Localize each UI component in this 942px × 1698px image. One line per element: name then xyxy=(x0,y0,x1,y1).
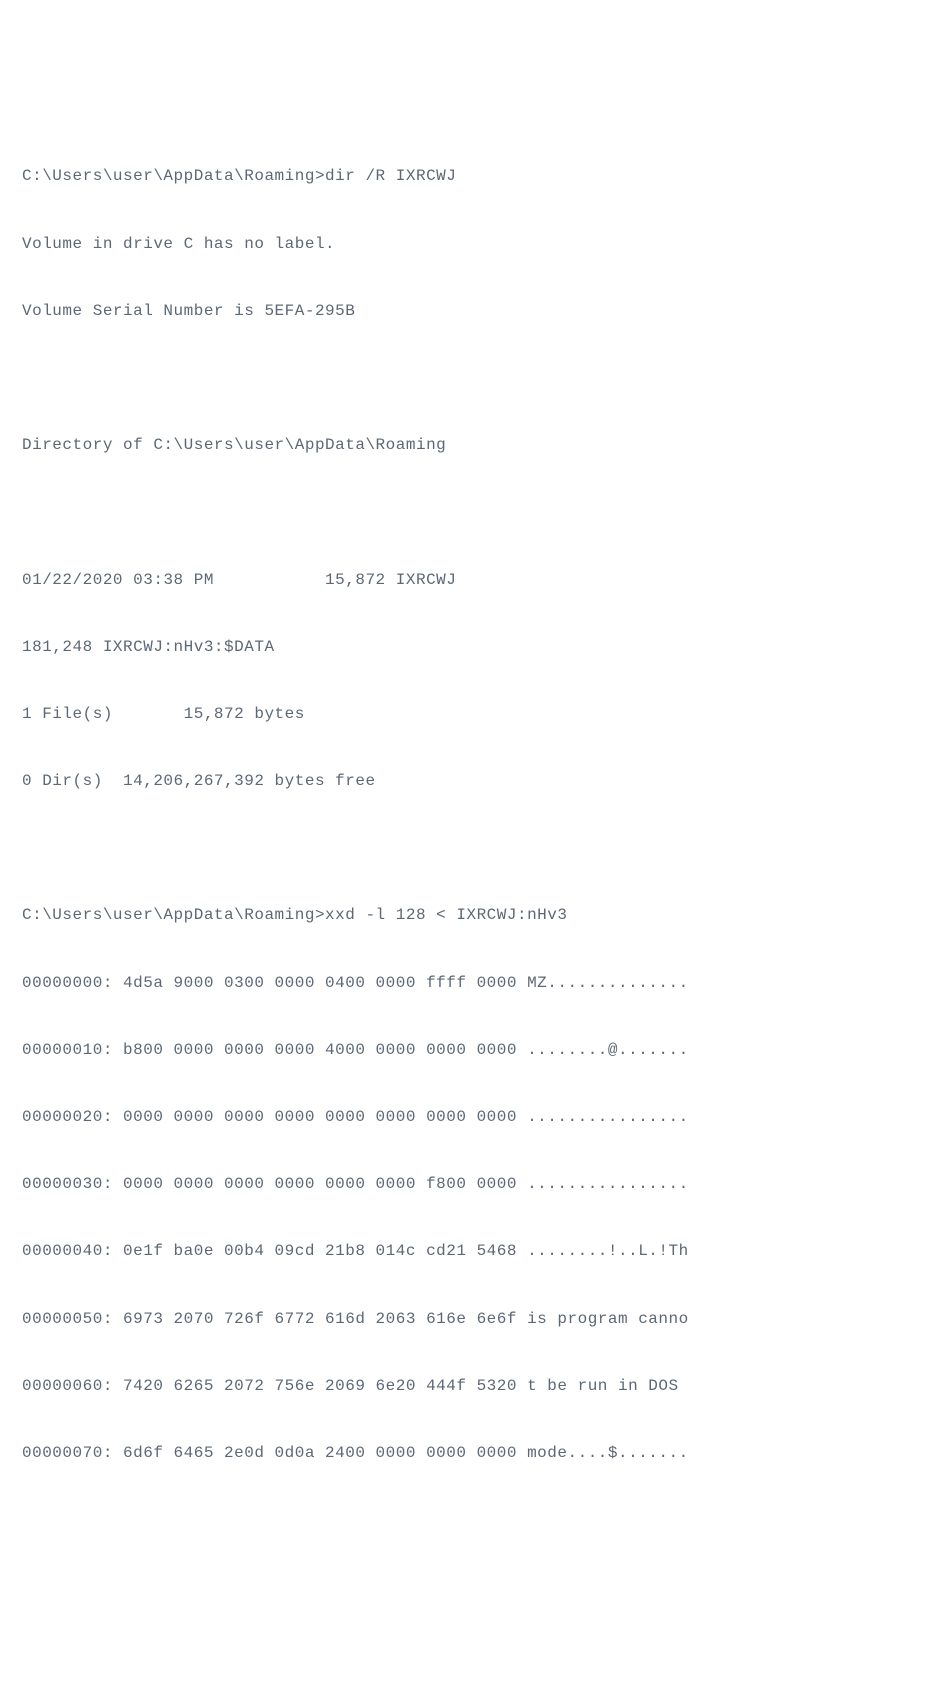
hexdump-line: 00000000: 4d5a 9000 0300 0000 0400 0000 … xyxy=(22,967,920,1001)
hexdump-line: 00000070: 6d6f 6465 2e0d 0d0a 2400 0000 … xyxy=(22,1437,920,1471)
output-line: Volume in drive C has no label. xyxy=(22,228,920,262)
hexdump-line: 00000060: 7420 6265 2072 756e 2069 6e20 … xyxy=(22,1370,920,1404)
output-line: Directory of C:\Users\user\AppData\Roami… xyxy=(22,429,920,463)
hexdump-line: 00000020: 0000 0000 0000 0000 0000 0000 … xyxy=(22,1101,920,1135)
terminal-output: C:\Users\user\AppData\Roaming>dir /R IXR… xyxy=(22,127,920,1504)
output-line: 181,248 IXRCWJ:nHv3:$DATA xyxy=(22,631,920,665)
command-line: C:\Users\user\AppData\Roaming>dir /R IXR… xyxy=(22,160,920,194)
output-line: Volume Serial Number is 5EFA-295B xyxy=(22,295,920,329)
output-line: 0 Dir(s) 14,206,267,392 bytes free xyxy=(22,765,920,799)
output-line: 01/22/2020 03:38 PM 15,872 IXRCWJ xyxy=(22,564,920,598)
hexdump-line: 00000050: 6973 2070 726f 6772 616d 2063 … xyxy=(22,1303,920,1337)
command-line: C:\Users\user\AppData\Roaming>xxd -l 128… xyxy=(22,899,920,933)
hexdump-line: 00000010: b800 0000 0000 0000 4000 0000 … xyxy=(22,1034,920,1068)
hexdump-line: 00000030: 0000 0000 0000 0000 0000 0000 … xyxy=(22,1168,920,1202)
output-line: 1 File(s) 15,872 bytes xyxy=(22,698,920,732)
hexdump-line: 00000040: 0e1f ba0e 00b4 09cd 21b8 014c … xyxy=(22,1235,920,1269)
